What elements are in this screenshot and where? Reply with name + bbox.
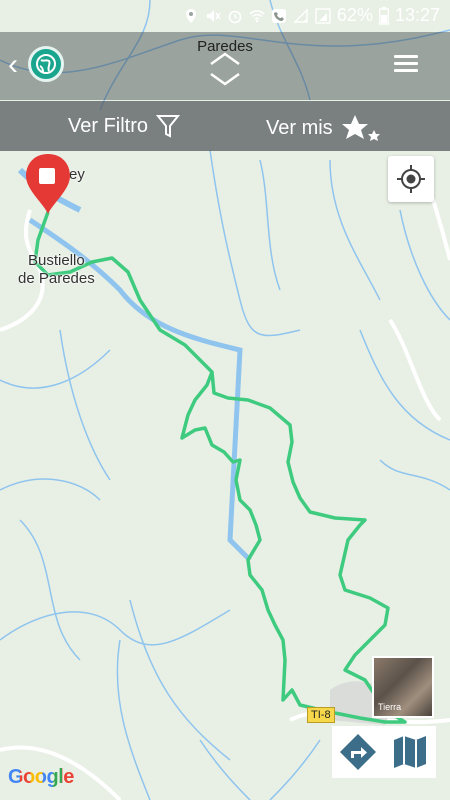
alarm-icon [228,10,242,23]
top-bar: ‹ Paredes [0,32,450,100]
battery-icon [379,6,389,25]
directions-icon [340,734,376,770]
road-badge: TI-8 [307,707,335,723]
status-bar: 62% 13:27 [0,0,450,32]
chevron-left-icon[interactable]: ‹ [8,50,18,80]
battery-percent: 62% [336,5,373,25]
favorites-label: Ver mis [266,116,333,139]
map-layer-label: Tierra [378,702,402,712]
route-end-marker-icon[interactable] [22,150,78,218]
signal-icon [293,7,308,23]
favorites-button[interactable]: Ver mis [266,113,381,143]
google-attribution: Google [8,766,74,789]
hamburger-menu-icon[interactable] [394,55,418,73]
google-logo-text: Google [8,766,74,788]
filter-label: Ver Filtro [68,114,149,137]
crosshair-icon [397,165,425,193]
signal-icon-2 [315,7,331,24]
map-action-buttons [332,726,436,778]
filter-bar: Ver Filtro Ver mis [0,101,450,151]
my-location-button[interactable] [388,156,434,202]
map-label-bustiello: Bustiello [28,252,85,269]
phone-icon [271,8,286,23]
expand-chevron-icon[interactable] [205,48,245,88]
open-maps-button[interactable] [384,726,436,778]
filter-funnel-icon [156,115,181,138]
wifi-icon [249,9,265,22]
map-fold-icon [394,736,426,768]
clock: 13:27 [394,5,440,25]
map-label-de-paredes: de Paredes [18,270,95,287]
map-layer-toggle[interactable]: Tierra [372,656,434,718]
location-icon [185,8,196,23]
filter-button[interactable]: Ver Filtro [68,113,181,139]
mute-icon [206,9,221,22]
directions-button[interactable] [332,726,384,778]
star-icon [341,115,380,141]
